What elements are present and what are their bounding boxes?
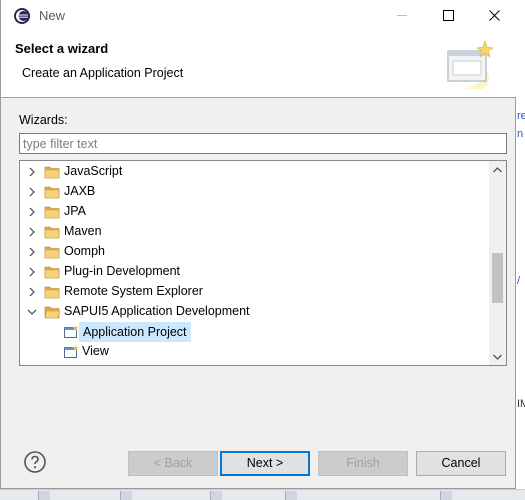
wizard-tree[interactable]: JavaScript JAXB JPA Maven Oomph Plug-in Devel…	[19, 160, 507, 366]
tree-item-label: Plug-in Development	[64, 264, 181, 278]
wizards-label: Wizards:	[19, 113, 68, 127]
background-tab	[120, 491, 132, 500]
background-tab	[285, 491, 297, 500]
background-text-fragment: re	[517, 110, 525, 122]
tree-item-label: SAPUI5 Application Development	[64, 304, 250, 318]
application-project-icon	[64, 325, 79, 338]
folder-icon	[44, 206, 60, 219]
chevron-right-icon[interactable]	[26, 206, 38, 218]
tree-wizard-item[interactable]: Application Project	[20, 322, 490, 342]
tree-category[interactable]: Oomph	[20, 242, 490, 262]
folder-icon	[44, 166, 60, 179]
tree-category[interactable]: JPA	[20, 202, 490, 222]
finish-button[interactable]: Finish	[318, 451, 408, 476]
tree-item-label: View	[82, 344, 109, 358]
scroll-down-arrow[interactable]	[489, 348, 506, 365]
chevron-right-icon[interactable]	[26, 186, 38, 198]
background-tab	[440, 491, 452, 500]
scroll-thumb[interactable]	[492, 253, 503, 303]
tree-item-label: Maven	[64, 224, 102, 238]
chevron-right-icon[interactable]	[26, 226, 38, 238]
view-wizard-icon	[64, 345, 79, 358]
tree-category[interactable]: JavaScript	[20, 162, 490, 182]
maximize-icon	[442, 10, 454, 21]
background-text-fragment: IM	[517, 398, 525, 410]
tree-item-label: Oomph	[64, 244, 105, 258]
help-icon[interactable]	[23, 450, 47, 474]
background-text-fragment: n	[517, 128, 524, 140]
tree-category[interactable]: Maven	[20, 222, 490, 242]
chevron-down-icon[interactable]	[26, 306, 38, 318]
chevron-down-icon	[493, 354, 502, 360]
page-description: Create an Application Project	[22, 66, 184, 80]
close-icon	[488, 10, 500, 21]
background-text-fragment: /	[517, 275, 521, 287]
next-button[interactable]: Next >	[220, 451, 310, 476]
folder-icon	[44, 266, 60, 279]
background-tab	[38, 491, 50, 500]
wizard-header: Select a wizard Create an Application Pr…	[1, 31, 516, 98]
tree-wizard-item[interactable]: View	[20, 342, 490, 362]
page-title: Select a wizard	[15, 41, 109, 56]
filter-input[interactable]	[19, 133, 507, 154]
new-wizard-dialog: New Select a wizard Create an Applicatio…	[0, 0, 516, 489]
maximize-button[interactable]	[425, 0, 471, 31]
cancel-button[interactable]: Cancel	[416, 451, 506, 476]
folder-icon	[44, 226, 60, 239]
back-button[interactable]: < Back	[128, 451, 218, 476]
chevron-right-icon[interactable]	[26, 286, 38, 298]
scroll-up-arrow[interactable]	[489, 161, 506, 178]
chevron-up-icon	[493, 166, 502, 172]
tree-category[interactable]: JAXB	[20, 182, 490, 202]
chevron-right-icon[interactable]	[26, 246, 38, 258]
folder-icon	[44, 186, 60, 199]
chevron-right-icon[interactable]	[26, 266, 38, 278]
vertical-scrollbar[interactable]	[489, 161, 506, 365]
open-folder-icon	[44, 306, 60, 319]
tree-item-label: JavaScript	[64, 164, 123, 178]
folder-icon	[44, 246, 60, 259]
window-title: New	[39, 8, 66, 23]
tree-item-label: JPA	[64, 204, 86, 218]
tree-category[interactable]: Remote System Explorer	[20, 282, 490, 302]
minimize-icon	[396, 15, 407, 16]
chevron-right-icon[interactable]	[26, 166, 38, 178]
eclipse-icon	[14, 8, 30, 24]
tree-item-label: Application Project	[79, 322, 191, 342]
close-button[interactable]	[471, 0, 517, 31]
tree-item-label: JAXB	[64, 184, 96, 198]
tree-category[interactable]: SAPUI5 Application Development	[20, 302, 490, 322]
background-editor-strip	[516, 0, 525, 500]
background-tab	[210, 491, 222, 500]
minimize-button[interactable]	[379, 0, 425, 31]
tree-category[interactable]: Plug-in Development	[20, 262, 490, 282]
folder-icon	[44, 286, 60, 299]
title-bar[interactable]: New	[1, 0, 516, 31]
new-wizard-banner-icon	[447, 40, 494, 89]
tree-item-label: Remote System Explorer	[64, 284, 203, 298]
